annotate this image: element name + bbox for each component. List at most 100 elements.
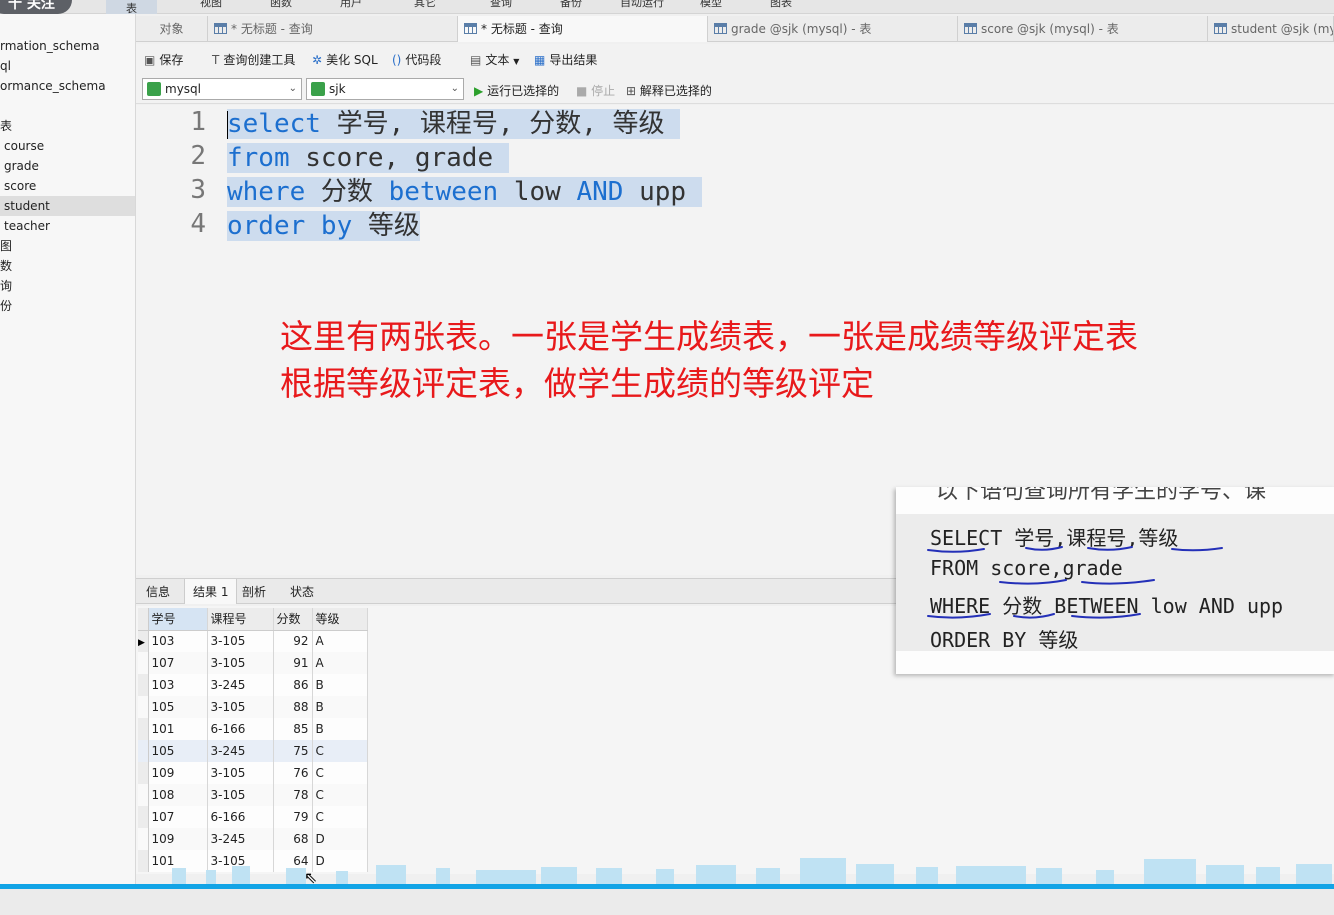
cell-course-id[interactable]: 6-166	[207, 806, 274, 828]
sidebar-item-functions[interactable]: 数	[0, 256, 135, 276]
cell-course-id[interactable]: 3-105	[207, 630, 274, 652]
table-row[interactable]: ▶ 103 3-105 92 A	[138, 630, 368, 652]
cell-level[interactable]: D	[312, 828, 368, 850]
sidebar-item-information-schema[interactable]: rmation_schema	[0, 36, 135, 56]
menu-item-backup[interactable]: 备份	[560, 0, 582, 10]
sidebar-item-score[interactable]: score	[0, 176, 135, 196]
menu-item-automation[interactable]: 自动运行	[620, 0, 664, 10]
row-selector[interactable]: ▶	[138, 630, 149, 652]
cell-score[interactable]: 76	[273, 762, 313, 784]
cell-student-id[interactable]: 105	[148, 696, 208, 718]
cell-score[interactable]: 91	[273, 652, 313, 674]
cell-score[interactable]: 86	[273, 674, 313, 696]
tab-grade-table[interactable]: grade @sjk (mysql) - 表	[708, 16, 958, 42]
code-snippet-button[interactable]: () 代码段	[392, 51, 441, 68]
row-selector[interactable]	[138, 652, 149, 674]
column-header-level[interactable]: 等级	[312, 608, 368, 631]
cell-score[interactable]: 92	[273, 630, 313, 652]
menu-item-other[interactable]: 其它	[414, 0, 436, 10]
cell-course-id[interactable]: 6-166	[207, 718, 274, 740]
cell-level[interactable]: A	[312, 652, 368, 674]
table-row[interactable]: 105 3-245 75 C	[138, 740, 368, 762]
menu-item-function[interactable]: 函数	[270, 0, 292, 10]
sidebar-item-course[interactable]: course	[0, 136, 135, 156]
menu-item-chart[interactable]: 图表	[770, 0, 792, 10]
cell-score[interactable]: 68	[273, 828, 313, 850]
cell-score[interactable]: 88	[273, 696, 313, 718]
cell-level[interactable]: B	[312, 696, 368, 718]
sidebar-item-performance-schema[interactable]: ormance_schema	[0, 76, 135, 96]
cell-course-id[interactable]: 3-105	[207, 762, 274, 784]
row-selector[interactable]	[138, 806, 149, 828]
cell-student-id[interactable]: 103	[148, 674, 208, 696]
cell-level[interactable]: C	[312, 762, 368, 784]
tab-score-table[interactable]: score @sjk (mysql) - 表	[958, 16, 1208, 42]
sidebar-item-student[interactable]: student	[0, 196, 135, 216]
cell-course-id[interactable]: 3-105	[207, 652, 274, 674]
cell-student-id[interactable]: 103	[148, 630, 208, 652]
table-row[interactable]: 105 3-105 88 B	[138, 696, 368, 718]
table-row[interactable]: 109 3-245 68 D	[138, 828, 368, 850]
sidebar-item-views[interactable]: 图	[0, 236, 135, 256]
tab-objects[interactable]: 对象	[136, 16, 208, 42]
cell-level[interactable]: A	[312, 630, 368, 652]
tab-student-table[interactable]: student @sjk (mys	[1208, 16, 1334, 42]
tab-result-1[interactable]: 结果 1	[184, 579, 238, 604]
row-selector[interactable]	[138, 740, 149, 762]
row-selector[interactable]	[138, 718, 149, 740]
row-selector[interactable]	[138, 762, 149, 784]
sidebar-item-mysql[interactable]: ql	[0, 56, 135, 76]
cell-course-id[interactable]: 3-245	[207, 674, 274, 696]
table-row[interactable]: 108 3-105 78 C	[138, 784, 368, 806]
table-row[interactable]: 101 6-166 85 B	[138, 718, 368, 740]
cell-level[interactable]: B	[312, 718, 368, 740]
table-row[interactable]: 107 6-166 79 C	[138, 806, 368, 828]
menu-item-model[interactable]: 模型	[700, 0, 722, 10]
tab-profile[interactable]: 剖析	[234, 579, 274, 604]
export-results-button[interactable]: ▦ 导出结果	[534, 51, 597, 68]
database-select[interactable]: sjk ⌄	[306, 78, 464, 100]
sidebar-item-queries[interactable]: 询	[0, 276, 135, 296]
cell-course-id[interactable]: 3-105	[207, 696, 274, 718]
cell-score[interactable]: 85	[273, 718, 313, 740]
tab-info[interactable]: 信息	[138, 579, 178, 604]
table-row[interactable]: 103 3-245 86 B	[138, 674, 368, 696]
cell-level[interactable]: C	[312, 740, 368, 762]
menu-item-view[interactable]: 视图	[200, 0, 222, 10]
follow-button[interactable]: 十 关注	[0, 0, 72, 14]
cell-student-id[interactable]: 108	[148, 784, 208, 806]
column-header-course-id[interactable]: 课程号	[207, 608, 274, 631]
cell-score[interactable]: 75	[273, 740, 313, 762]
connection-select[interactable]: mysql ⌄	[142, 78, 302, 100]
sidebar-item-tables[interactable]: 表	[0, 116, 135, 136]
cell-student-id[interactable]: 109	[148, 762, 208, 784]
cell-student-id[interactable]: 107	[148, 652, 208, 674]
row-selector[interactable]	[138, 784, 149, 806]
tab-untitled-query-2[interactable]: * 无标题 - 查询	[458, 16, 708, 42]
cell-course-id[interactable]: 3-105	[207, 784, 274, 806]
cell-score[interactable]: 79	[273, 806, 313, 828]
column-header-score[interactable]: 分数	[273, 608, 313, 631]
cell-student-id[interactable]: 105	[148, 740, 208, 762]
table-row[interactable]: 107 3-105 91 A	[138, 652, 368, 674]
cell-level[interactable]: C	[312, 806, 368, 828]
sidebar-item-backups[interactable]: 份	[0, 296, 135, 316]
sidebar-item-grade[interactable]: grade	[0, 156, 135, 176]
row-selector[interactable]	[138, 674, 149, 696]
stop-button[interactable]: ■ 停止	[576, 82, 615, 99]
cell-course-id[interactable]: 3-245	[207, 828, 274, 850]
beautify-sql-button[interactable]: ✲ 美化 SQL	[312, 51, 378, 68]
explain-selected-button[interactable]: ⊞ 解释已选择的	[626, 82, 712, 99]
row-selector[interactable]	[138, 828, 149, 850]
cell-score[interactable]: 78	[273, 784, 313, 806]
sidebar-item-teacher[interactable]: teacher	[0, 216, 135, 236]
row-selector[interactable]	[138, 696, 149, 718]
cell-student-id[interactable]: 101	[148, 718, 208, 740]
menu-item-query[interactable]: 查询	[490, 0, 512, 10]
query-builder-button[interactable]: T 查询创建工具	[212, 51, 295, 68]
column-header-student-id[interactable]: 学号	[148, 608, 208, 631]
cell-course-id[interactable]: 3-245	[207, 740, 274, 762]
tab-status[interactable]: 状态	[282, 579, 322, 604]
cell-student-id[interactable]: 109	[148, 828, 208, 850]
cell-level[interactable]: C	[312, 784, 368, 806]
